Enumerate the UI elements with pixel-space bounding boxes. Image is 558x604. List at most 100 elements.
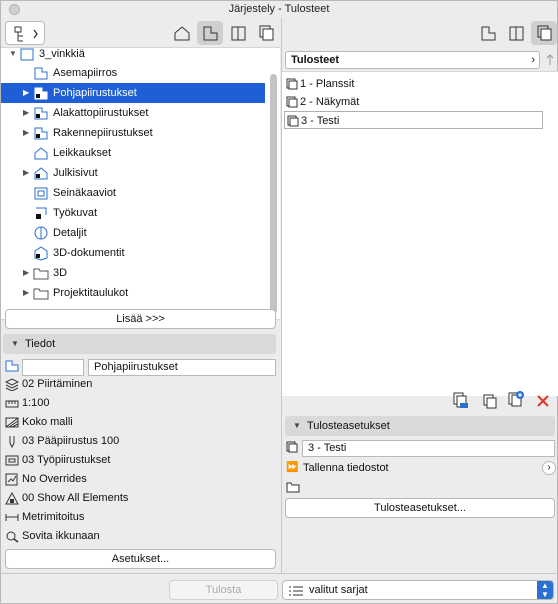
layout-icon [509, 26, 524, 41]
right-pane: Tulosteet › 1 - Planssit 2 - Näkymät 3 -… [281, 18, 558, 573]
layers-icon [5, 378, 19, 391]
layout-book-button[interactable] [225, 21, 251, 45]
publisher-sets-button-right[interactable] [531, 21, 557, 45]
folder-icon [33, 288, 49, 300]
save-files-row[interactable]: ⏩ Tallenna tiedostot › [286, 459, 558, 477]
scale-icon [5, 400, 19, 408]
view-icon [203, 26, 218, 41]
zoom-icon [6, 531, 19, 543]
publisher-sets-button[interactable] [253, 21, 279, 45]
publisher-set-icon [286, 78, 298, 90]
view-name-field[interactable]: Pohjapiirustukset [88, 359, 276, 376]
output-settings-header[interactable]: ▼ Tulosteasetukset [285, 416, 555, 436]
expand-triangle-icon[interactable]: ▶ [23, 123, 31, 143]
window-title: Järjestely - Tulosteet [228, 3, 330, 15]
new-publisher-set-icon[interactable] [452, 392, 470, 410]
expand-triangle-icon[interactable]: ▶ [23, 263, 31, 283]
publisher-set-icon [287, 115, 299, 127]
house-icon [174, 26, 190, 41]
close-window-button[interactable] [9, 4, 20, 15]
folder-icon[interactable] [286, 481, 300, 493]
tree-structure-icon [14, 26, 38, 42]
chevron-right-icon[interactable]: › [531, 52, 535, 68]
view-tree: ▼ 3_vinkkiä Asemapiirros ▶ Pohjapiirustu… [1, 47, 280, 320]
publisher-set-icon [286, 441, 298, 453]
info-section-header[interactable]: ▼ Tiedot [3, 334, 276, 354]
ceiling-plan-icon [34, 107, 48, 120]
tree-item[interactable]: Detaljit [1, 223, 265, 243]
tree-scrollbar[interactable] [270, 74, 277, 314]
back-arrow-icon[interactable] [544, 53, 556, 67]
left-pane: ▼ 3_vinkkiä Asemapiirros ▶ Pohjapiirustu… [1, 18, 280, 573]
collapse-triangle-icon: ▼ [11, 339, 19, 348]
print-button[interactable]: Tulosta [169, 580, 278, 600]
add-item-icon[interactable] [507, 390, 525, 408]
expand-triangle-icon[interactable]: ▶ [23, 163, 31, 183]
tree-item[interactable]: Työkuvat [1, 203, 265, 223]
publisher-sets-header[interactable]: Tulosteet › [285, 51, 540, 69]
expand-triangle-icon[interactable]: ▶ [23, 103, 31, 123]
collapse-triangle-icon: ▼ [293, 421, 301, 430]
worksheet-icon [36, 207, 47, 219]
tree-item[interactable]: ▶ Rakennepiirustukset [1, 123, 265, 143]
dimension-icon [5, 514, 19, 521]
elements-icon [5, 492, 19, 505]
tree-item[interactable]: ▶ Alakattopiirustukset [1, 103, 265, 123]
structural-plan-icon [34, 127, 48, 140]
more-button[interactable]: Lisää >>> [5, 309, 276, 329]
chevron-right-icon[interactable]: › [542, 461, 556, 475]
site-plan-icon [34, 67, 48, 80]
output-settings-button[interactable]: Tulosteasetukset... [285, 498, 555, 518]
folder-icon [33, 268, 49, 280]
tree-item[interactable]: Leikkaukset [1, 143, 265, 163]
tree-item[interactable]: ▶ 3D [1, 263, 265, 283]
view-id-field[interactable] [22, 359, 84, 376]
floor-plan-icon [34, 87, 48, 100]
model-icon [5, 417, 19, 428]
publisher-set-icon [286, 96, 298, 108]
set-name-field[interactable]: 3 - Testi [302, 440, 555, 457]
tree-item[interactable]: ▶ Julkisivut [1, 163, 265, 183]
view-icon [481, 26, 496, 41]
project-map-button[interactable] [169, 21, 195, 45]
view-type-icon [5, 360, 19, 372]
publisher-icon [537, 25, 552, 41]
bottom-bar: Tulosta valitut sarjat ▲ ▼ [1, 573, 557, 603]
penset-icon [5, 455, 19, 466]
section-icon [34, 147, 48, 160]
publisher-icon [259, 25, 274, 41]
layout-icon [231, 26, 246, 41]
view-map-button[interactable] [197, 21, 223, 45]
tree-item-selected[interactable]: ▶ Pohjapiirustukset [1, 83, 265, 103]
tree-root[interactable]: ▼ 3_vinkkiä [1, 48, 265, 64]
detail-icon [34, 226, 48, 240]
left-toolbar [1, 18, 280, 47]
elevation-icon [34, 167, 48, 180]
collapse-triangle-icon[interactable]: ▼ [9, 48, 17, 64]
layout-book-button-right[interactable] [503, 21, 529, 45]
set-selection-dropdown[interactable]: valitut sarjat ▲ ▼ [282, 580, 554, 600]
duplicate-icon[interactable] [481, 392, 499, 410]
tree-item[interactable]: 3D-dokumentit [1, 243, 265, 263]
app-window: Järjestely - Tulosteet ▼ 3_vinkkiä Asema… [0, 0, 558, 604]
publisher-set-item-focused[interactable]: 3 - Testi [284, 111, 543, 129]
publisher-set-item[interactable]: 2 - Näkymät [284, 93, 543, 111]
navigator-menu-button[interactable] [5, 21, 45, 45]
view-map-button-right[interactable] [475, 21, 501, 45]
fast-forward-icon: ⏩ [286, 462, 299, 473]
expand-triangle-icon[interactable]: ▶ [23, 83, 31, 103]
overrides-icon [5, 473, 18, 486]
title-bar: Järjestely - Tulosteet [1, 1, 557, 18]
publisher-sets-list: 1 - Planssit 2 - Näkymät 3 - Testi [282, 71, 558, 396]
interior-elevation-icon [34, 187, 48, 200]
delete-icon[interactable] [535, 393, 551, 409]
view-settings-button[interactable]: Asetukset... [5, 549, 276, 569]
publisher-set-item[interactable]: 1 - Planssit [284, 75, 543, 93]
tree-item[interactable]: Asemapiirros [1, 63, 265, 83]
expand-triangle-icon[interactable]: ▶ [23, 283, 31, 303]
pen-icon [9, 436, 15, 448]
list-icon [289, 586, 303, 596]
project-root-icon [20, 48, 34, 61]
tree-item[interactable]: Seinäkaaviot [1, 183, 265, 203]
tree-item[interactable]: ▶ Projektitaulukot [1, 283, 265, 303]
